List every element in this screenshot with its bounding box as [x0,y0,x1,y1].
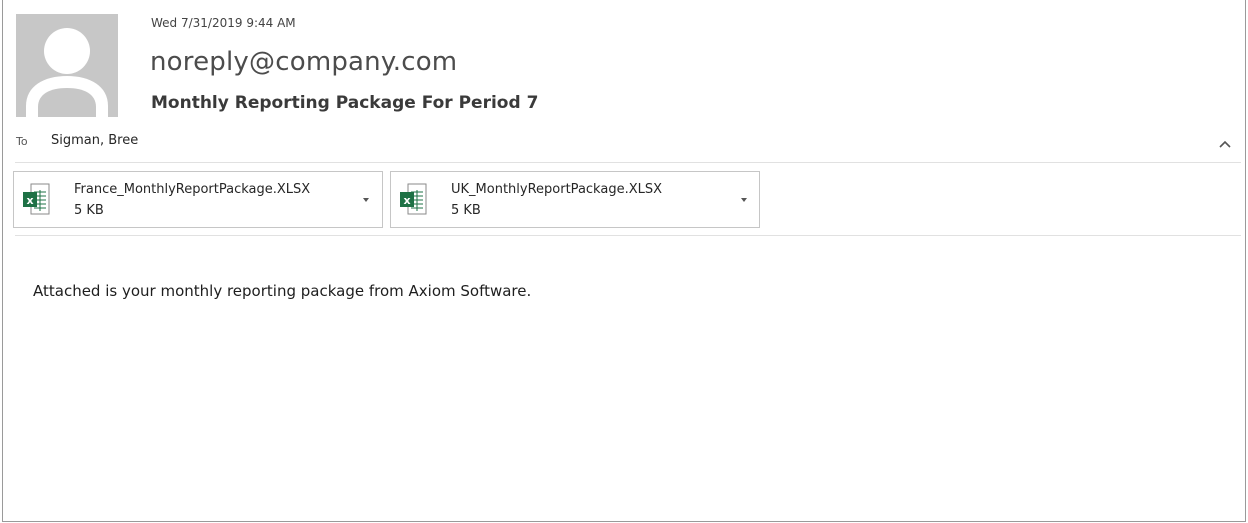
attachment-item[interactable]: x France_MonthlyReportPackage.XLSX 5 KB [13,171,383,228]
chevron-down-icon[interactable] [739,196,749,204]
attachment-name: UK_MonthlyReportPackage.XLSX [451,182,663,197]
reading-pane: Wed 7/31/2019 9:44 AM noreply@company.co… [2,0,1246,522]
excel-file-icon: x [400,183,427,215]
chevron-up-icon [1219,140,1231,148]
avatar [16,14,118,117]
attachment-size: 5 KB [451,203,481,218]
collapse-header-button[interactable] [1216,136,1234,152]
svg-text:x: x [403,194,410,207]
received-date: Wed 7/31/2019 9:44 AM [151,16,296,30]
header-divider [15,162,1241,163]
excel-file-icon: x [23,183,50,215]
attachment-size: 5 KB [74,203,104,218]
sender-address[interactable]: noreply@company.com [150,47,457,77]
recipient-name[interactable]: Sigman, Bree [51,133,138,148]
to-label: To [16,135,28,148]
message-subject: Monthly Reporting Package For Period 7 [151,93,539,113]
attachments-divider [15,235,1241,236]
chevron-down-icon[interactable] [361,196,371,204]
message-body: Attached is your monthly reporting packa… [33,282,532,300]
attachment-name: France_MonthlyReportPackage.XLSX [74,182,311,197]
attachment-item[interactable]: x UK_MonthlyReportPackage.XLSX 5 KB [390,171,760,228]
person-silhouette-icon [16,14,118,117]
svg-text:x: x [26,194,33,207]
